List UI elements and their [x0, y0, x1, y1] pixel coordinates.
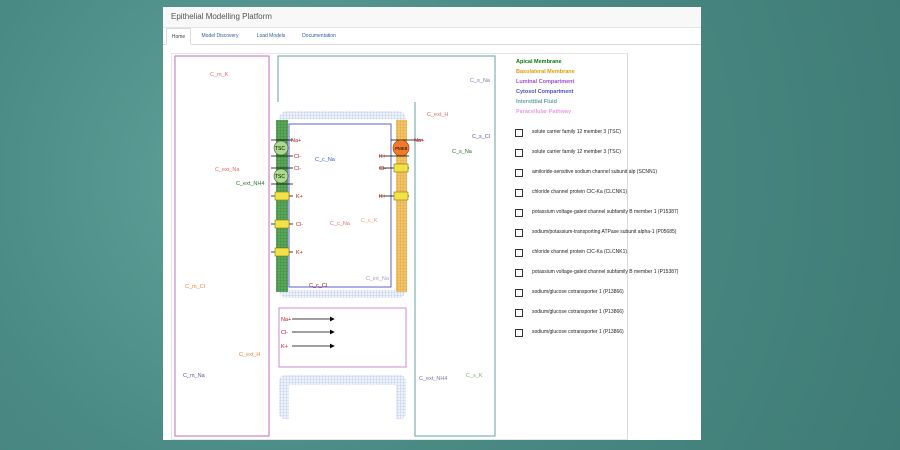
legend-cytosol-compartment: Cytosol Compartment: [516, 89, 574, 95]
label-c-m-cl: C_m_Cl: [185, 284, 205, 290]
label-c-ext-nh4: C_ext_NH4: [236, 181, 264, 187]
apical-channel-1[interactable]: [274, 191, 290, 201]
paracellular-pathway[interactable]: [278, 307, 407, 368]
label-c-m-na: C_m_Na: [183, 373, 206, 379]
protein-label: chloride channel protein ClC-Ka (CLCNK1): [532, 189, 628, 195]
label-c-ext-nh4-bottom: C_ext_NH4: [419, 376, 447, 382]
protein-label: solute carrier family 12 member 3 (TSC): [532, 129, 621, 135]
baso-ion-cl: Cl-: [379, 166, 386, 172]
protein-label: sodium/glucose cotransporter 1 (P13866): [532, 289, 624, 295]
protein-checkbox[interactable]: [515, 249, 523, 257]
apical-channel-3[interactable]: [274, 247, 290, 257]
protein-label: potassium voltage-gated channel subfamil…: [532, 269, 679, 275]
protein-label: sodium/glucose cotransporter 1 (P13866): [532, 309, 624, 315]
apical-channel-2[interactable]: [274, 219, 290, 229]
epithelial-diagram: C_m_K C_ext_Na C_ext_NH4 C_m_Cl C_ext_H …: [174, 55, 496, 437]
protein-checkbox[interactable]: [515, 149, 523, 157]
label-c-s-na-right: C_s_Na: [452, 149, 473, 155]
protein-label: potassium voltage-gated channel subfamil…: [532, 209, 679, 215]
legend-paracellular-pathway: Paracellular Pathway: [516, 109, 572, 115]
legend-basolateral-membrane: Basolateral Membrane: [516, 69, 575, 75]
para-ion-k: K+: [281, 344, 288, 350]
protein-checkbox[interactable]: [515, 209, 523, 217]
label-c-m-k: C_m_K: [210, 72, 229, 78]
para-ion-na: Na+: [281, 317, 291, 323]
protein-label: amiloride-sensitive sodium channel subun…: [532, 169, 658, 175]
paracellular-fluxes: Na+ Cl- K+: [281, 316, 335, 350]
protein-checkbox[interactable]: [515, 129, 523, 137]
label-c-ext-na: C_ext_Na: [215, 167, 240, 173]
label-c-s-na-top: C_s_Na: [470, 78, 491, 84]
protein-checkbox[interactable]: [515, 289, 523, 297]
luminal-compartment[interactable]: [174, 55, 270, 437]
protein-label: solute carrier family 12 member 3 (TSC): [532, 149, 621, 155]
apical-ion-na: Na+: [291, 138, 301, 144]
label-c-c-k: C_c_K: [361, 218, 378, 224]
apical-ion-k-1: K+: [296, 194, 303, 200]
tsc-label-1: TSC: [275, 146, 285, 152]
legend-luminal-compartment: Luminal Compartment: [516, 79, 575, 85]
protein-checkbox[interactable]: [515, 309, 523, 317]
app-window: Epithelial Modelling Platform Home Model…: [163, 7, 701, 440]
label-c-c-na-mid: C_c_Na: [330, 221, 351, 227]
label-c-s-cl: C_s_Cl: [472, 134, 490, 140]
label-c-s-k: C_s_K: [466, 373, 483, 379]
compartment-legend: Apical Membrane Basolateral Membrane Lum…: [516, 57, 575, 117]
apical-ion-cl-3: Cl-: [296, 222, 303, 228]
protein-label: sodium/glucose cotransporter 1 (P13866): [532, 329, 624, 335]
protein-checkbox[interactable]: [515, 329, 523, 337]
apical-ion-cl-2: Cl-: [294, 166, 301, 172]
protein-checkbox[interactable]: [515, 189, 523, 197]
label-c-ext-h-bottom: C_ext_H: [239, 352, 260, 358]
baso-ion-na: Na+: [414, 138, 424, 144]
legend-apical-membrane: Apical Membrane: [516, 59, 562, 65]
baso-channel-2[interactable]: [393, 191, 409, 201]
baso-ion-k-1: K+: [379, 154, 386, 160]
pump-label: PMK8: [395, 146, 408, 151]
protein-checkbox[interactable]: [515, 169, 523, 177]
protein-label: chloride channel protein ClC-Ka (CLCNK1): [532, 249, 628, 255]
para-ion-cl: Cl-: [281, 330, 288, 336]
protein-checkbox[interactable]: [515, 269, 523, 277]
apical-ion-k-2: K+: [296, 250, 303, 256]
label-c-c-na-top: C_c_Na: [315, 157, 336, 163]
label-c-ext-h-top: C_ext_H: [427, 112, 448, 118]
tsc-label-2: TSC: [275, 174, 285, 180]
legend-interstitial-fluid: Interstitial Fluid: [516, 99, 557, 105]
label-c-c-cl: C_c_Cl: [309, 283, 327, 289]
protein-checkbox[interactable]: [515, 229, 523, 237]
baso-channel-1[interactable]: [393, 163, 409, 173]
protein-label: sodium/potassium-transporting ATPase sub…: [532, 229, 677, 235]
baso-ion-k-2: K+: [379, 194, 386, 200]
label-c-int-na: C_int_Na: [366, 276, 390, 282]
apical-ion-cl-1: Cl-: [294, 154, 301, 160]
